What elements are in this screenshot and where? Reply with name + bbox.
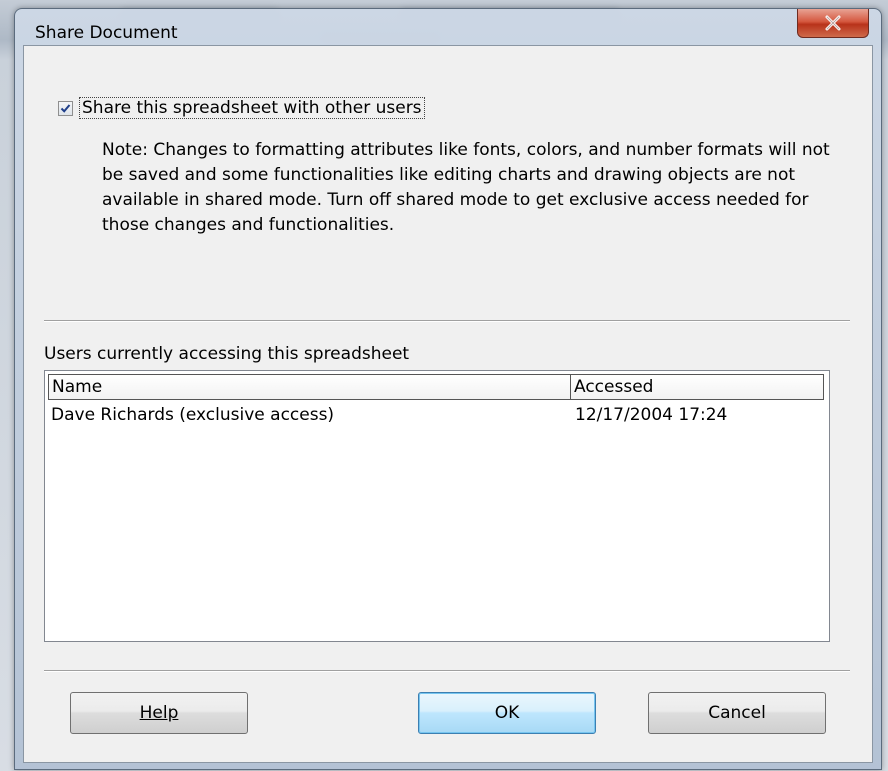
share-checkbox[interactable] xyxy=(58,100,73,116)
column-header-accessed[interactable]: Accessed xyxy=(571,375,823,399)
share-checkbox-label[interactable]: Share this spreadsheet with other users xyxy=(79,97,425,119)
separator xyxy=(44,320,850,322)
users-list[interactable]: Name Accessed Dave Richards (exclusive a… xyxy=(44,370,830,642)
users-list-header: Name Accessed xyxy=(48,374,824,400)
help-button[interactable]: Help xyxy=(70,692,248,734)
help-button-label: Help xyxy=(139,703,179,723)
share-checkbox-row[interactable]: Share this spreadsheet with other users xyxy=(58,96,425,120)
shared-mode-note: Note: Changes to formatting attributes l… xyxy=(102,140,830,235)
cancel-button[interactable]: Cancel xyxy=(648,692,826,734)
user-accessed-time: 12/17/2004 17:24 xyxy=(575,405,728,425)
title-bar[interactable]: Share Document xyxy=(15,9,881,45)
share-document-dialog: Share Document Share this spreadsheet wi… xyxy=(14,8,882,770)
users-section-label: Users currently accessing this spreadshe… xyxy=(44,344,410,364)
user-name: Dave Richards (exclusive access) xyxy=(51,405,335,425)
list-item[interactable]: Dave Richards (exclusive access) 12/17/2… xyxy=(48,403,824,427)
ok-button[interactable]: OK xyxy=(418,692,596,734)
column-header-name[interactable]: Name xyxy=(49,375,571,399)
close-icon xyxy=(825,15,841,31)
dialog-content: Share this spreadsheet with other users … xyxy=(23,45,873,763)
dialog-title: Share Document xyxy=(35,23,178,43)
close-button[interactable] xyxy=(797,9,869,38)
separator xyxy=(44,670,850,672)
checkmark-icon xyxy=(60,103,71,113)
